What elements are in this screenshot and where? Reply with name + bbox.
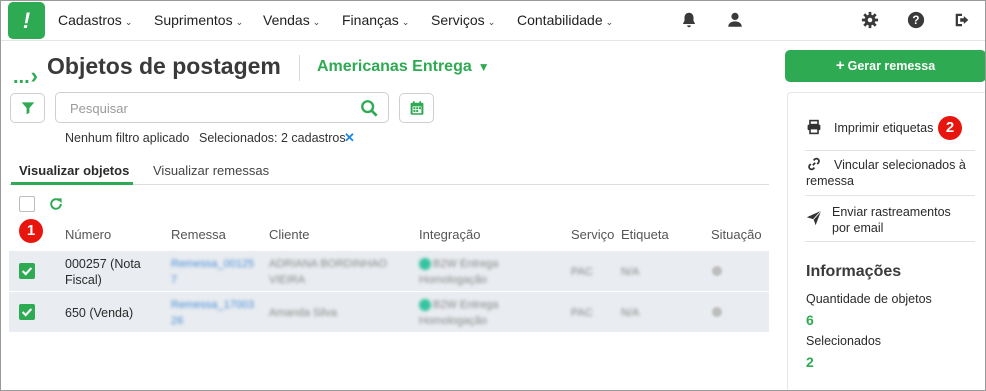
chevron-down-icon: ⌄ <box>401 17 410 27</box>
status-dot-icon <box>712 307 722 317</box>
chevron-down-icon: ⌄ <box>487 17 496 27</box>
menu-financas[interactable]: Finanças ⌄ <box>342 1 409 41</box>
filter-button[interactable] <box>10 93 45 123</box>
clear-selection-icon[interactable]: ✕ <box>344 130 355 146</box>
send-icon <box>806 210 822 226</box>
column-header-integracao[interactable]: Integração <box>419 227 480 242</box>
breadcrumb-back[interactable]: ...› <box>13 63 38 89</box>
column-header-etiqueta[interactable]: Etiqueta <box>621 227 669 242</box>
plus-icon: + <box>835 57 845 74</box>
cell-cliente: ADRIANA BORDINHAO VIEIRA <box>269 258 387 286</box>
select-all-checkbox[interactable] <box>19 196 35 212</box>
filter-icon <box>21 102 35 115</box>
cell-remessa[interactable]: Remessa_17003 26 <box>171 297 254 329</box>
date-filter-button[interactable] <box>399 93 434 123</box>
table-row[interactable]: 000257 (Nota Fiscal) Remessa_00125 7 ADR… <box>9 251 769 291</box>
check-icon <box>21 308 33 317</box>
title-divider <box>299 55 300 81</box>
action-divider <box>805 195 975 196</box>
generate-remessa-label: Gerar remessa <box>847 59 936 73</box>
integration-logo-icon <box>419 258 431 271</box>
menu-suprimentos[interactable]: Suprimentos ⌄ <box>154 1 243 41</box>
step-badge-1: 1 <box>19 219 43 243</box>
qty-label: Quantidade de objetos <box>806 292 932 306</box>
chevron-down-icon: ⌄ <box>605 17 614 27</box>
cell-etiqueta: N/A <box>621 307 640 319</box>
chevron-down-icon: ⌄ <box>235 17 244 27</box>
integration-logo-icon <box>419 299 431 312</box>
app-window: ! Cadastros ⌄ Suprimentos ⌄ Vendas ⌄ Finanç… <box>0 0 986 391</box>
refresh-icon[interactable] <box>48 196 64 212</box>
send-tracking-action[interactable]: Enviar rastreamentos por email <box>832 204 972 236</box>
action-divider <box>805 241 975 242</box>
page-title: Objetos de postagem <box>47 53 281 79</box>
row-checkbox[interactable] <box>19 304 35 320</box>
selected-label: Selecionados <box>806 334 882 348</box>
table-row[interactable]: 650 (Venda) Remessa_17003 26 Amanda Silv… <box>9 292 769 332</box>
help-icon[interactable]: ? <box>907 11 925 29</box>
cell-servico: PAC <box>571 307 593 319</box>
column-header-remessa[interactable]: Remessa <box>171 227 226 242</box>
column-header-servico[interactable]: Serviço <box>571 227 614 242</box>
logout-icon[interactable] <box>953 11 971 29</box>
search-box <box>55 92 389 123</box>
menu-cadastros[interactable]: Cadastros ⌄ <box>58 1 132 41</box>
breadcrumb-dots: ... <box>13 66 30 88</box>
filter-status: Nenhum filtro aplicado <box>65 131 190 145</box>
active-tab-indicator <box>11 182 133 185</box>
store-label: Americanas Entrega <box>317 58 472 75</box>
row-checkbox[interactable] <box>19 263 35 279</box>
qty-value: 6 <box>806 312 814 328</box>
svg-text:?: ? <box>912 14 919 27</box>
user-icon[interactable] <box>726 11 744 29</box>
search-input[interactable] <box>70 99 350 117</box>
menu-label: Serviços <box>431 12 485 28</box>
cell-remessa[interactable]: Remessa_00125 7 <box>171 256 254 288</box>
actions-panel: Imprimir etiquetas 2 Vincular selecionad… <box>787 92 985 390</box>
top-navbar: ! Cadastros ⌄ Suprimentos ⌄ Vendas ⌄ Finanç… <box>1 1 985 41</box>
info-title: Informações <box>806 263 902 280</box>
cell-cliente: Amanda Silva <box>269 307 337 319</box>
column-header-numero[interactable]: Número <box>65 227 111 242</box>
cell-integracao: B2W Entrega Homologação <box>419 256 539 288</box>
menu-contabilidade[interactable]: Contabilidade ⌄ <box>517 1 613 41</box>
tab-visualizar-remessas[interactable]: Visualizar remessas <box>153 163 269 178</box>
printer-icon <box>807 119 821 135</box>
tab-visualizar-objetos[interactable]: Visualizar objetos <box>19 163 129 178</box>
cell-servico: PAC <box>571 266 593 278</box>
menu-label: Contabilidade <box>517 12 603 28</box>
menu-label: Suprimentos <box>154 12 233 28</box>
cell-numero: 000257 (Nota Fiscal) <box>65 257 141 287</box>
cell-numero: 650 (Venda) <box>65 306 134 320</box>
column-header-cliente[interactable]: Cliente <box>269 227 309 242</box>
action-divider <box>805 150 975 151</box>
cell-etiqueta: N/A <box>621 266 640 278</box>
bell-icon[interactable] <box>680 11 698 29</box>
search-icon[interactable] <box>360 99 378 117</box>
menu-vendas[interactable]: Vendas ⌄ <box>263 1 320 41</box>
cell-integracao: B2W Entrega Homologação <box>419 297 539 329</box>
chevron-down-icon: ⌄ <box>312 17 321 27</box>
chevron-down-icon: ⌄ <box>124 17 133 27</box>
chevron-right-icon: › <box>30 63 38 88</box>
gear-icon[interactable] <box>861 11 879 29</box>
selected-value: 2 <box>806 354 814 370</box>
calendar-icon <box>410 101 424 115</box>
link-to-remessa-action[interactable]: Vincular selecionados à remessa <box>806 157 976 189</box>
app-logo[interactable]: ! <box>8 2 45 39</box>
column-header-situacao[interactable]: Situação <box>711 227 762 242</box>
status-dot-icon <box>712 266 722 276</box>
print-labels-action[interactable]: Imprimir etiquetas <box>834 120 934 136</box>
step-badge-2: 2 <box>938 116 962 140</box>
menu-servicos[interactable]: Serviços ⌄ <box>431 1 495 41</box>
menu-label: Finanças <box>342 12 399 28</box>
selection-status: Selecionados: 2 cadastros <box>199 131 346 145</box>
store-selector[interactable]: Americanas Entrega ▼ <box>317 58 490 76</box>
caret-down-icon: ▼ <box>477 60 490 74</box>
generate-remessa-button[interactable]: + Gerar remessa <box>785 50 985 82</box>
menu-label: Vendas <box>263 12 310 28</box>
menu-label: Cadastros <box>58 12 122 28</box>
check-icon <box>21 267 33 276</box>
